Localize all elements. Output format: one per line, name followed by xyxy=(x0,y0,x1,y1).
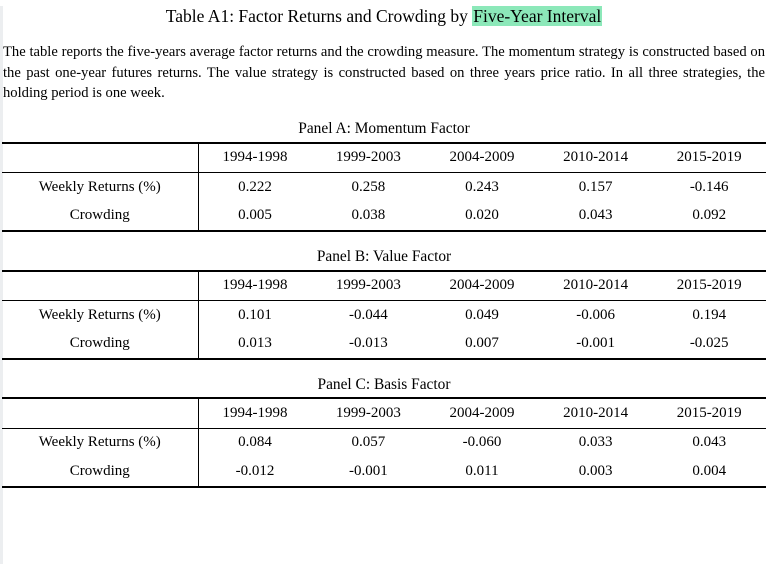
table-cell: 0.222 xyxy=(238,178,272,195)
table-row: Weekly Returns (%) 0.222 0.258 0.243 0.157 -0… xyxy=(2,172,766,202)
row-label: Crowding xyxy=(2,201,199,232)
panel-table: 1994-1998 1999-2003 2004-2009 2010-2014 2015… xyxy=(2,397,766,488)
table-cell: 0.004 xyxy=(652,457,766,488)
table-row: Crowding -0.012 -0.001 0.011 0.003 0.004 xyxy=(2,457,766,488)
page-title: Table A1: Factor Returns and Crowding by… xyxy=(2,6,766,28)
table-row: Crowding 0.013 -0.013 0.007 -0.001 -0.025 xyxy=(2,329,766,360)
table-cell: 0.011 xyxy=(425,457,539,488)
table-cell: -0.001 xyxy=(311,457,426,488)
row-label: Weekly Returns (%) xyxy=(2,300,199,330)
column-header: 1994-1998 xyxy=(198,269,312,301)
document-page: Table A1: Factor Returns and Crowding by… xyxy=(0,6,768,488)
table-corner-cell xyxy=(2,269,199,301)
panel-title: Panel C: Basis Factor xyxy=(317,376,451,393)
row-label: Crowding xyxy=(2,457,199,488)
page-title-highlighted-text: Five-Year Interval xyxy=(472,6,603,26)
column-header: 2004-2009 xyxy=(425,269,539,301)
table-cell: 0.243 xyxy=(465,178,499,195)
table-cell: 0.005 xyxy=(198,201,312,232)
column-header: 2004-2009 xyxy=(425,141,539,174)
table-cell: 0.020 xyxy=(425,201,539,232)
row-label: Weekly Returns (%) xyxy=(2,172,199,202)
table-cell: -0.001 xyxy=(538,329,653,360)
column-header: 1999-2003 xyxy=(311,141,426,174)
table-cell: 0.049 xyxy=(465,306,499,323)
table-header-row: 1994-1998 1999-2003 2004-2009 2010-2014 2015… xyxy=(2,269,766,301)
table-row: Weekly Returns (%) 0.084 0.057 -0.060 0.033 0… xyxy=(2,428,766,458)
column-header: 2015-2019 xyxy=(652,397,766,429)
panel-title: Panel A: Momentum Factor xyxy=(298,120,470,138)
column-header: 2015-2019 xyxy=(652,269,766,301)
panel-table: 1994-1998 1999-2003 2004-2009 2010-2014 2015… xyxy=(2,141,766,233)
table-cell: 0.043 xyxy=(538,201,653,232)
table-corner-cell xyxy=(2,397,199,429)
page-title-prefix: Table A1: Factor Returns and Crowding by xyxy=(165,6,473,26)
table-cell: 0.057 xyxy=(351,434,386,451)
panel: Panel C: Basis Factor 1994-1998 1999-2003 2… xyxy=(2,376,766,488)
column-header: 2015-2019 xyxy=(652,141,766,174)
column-header: 1994-1998 xyxy=(198,141,312,174)
table-corner-cell xyxy=(2,141,199,174)
table-cell: -0.006 xyxy=(576,306,615,323)
table-header-row: 1994-1998 1999-2003 2004-2009 2010-2014 2015… xyxy=(2,141,766,174)
table-row: Weekly Returns (%) 0.101 -0.044 0.049 -0.006… xyxy=(2,300,766,330)
column-header: 2004-2009 xyxy=(425,397,539,429)
table-note: The table reports the five-years average… xyxy=(3,43,765,102)
panel: Panel B: Value Factor 1994-1998 1999-2003 2… xyxy=(2,248,766,360)
column-header: 1994-1998 xyxy=(198,397,312,429)
table-cell: 0.013 xyxy=(198,329,312,360)
table-cell: 0.033 xyxy=(578,434,613,451)
table-cell: 0.043 xyxy=(692,434,727,451)
table-cell: 0.084 xyxy=(238,434,272,451)
table-cell: 0.038 xyxy=(311,201,426,232)
column-header: 2010-2014 xyxy=(538,141,653,174)
table-cell: -0.012 xyxy=(198,457,312,488)
table-cell: 0.007 xyxy=(425,329,539,360)
table-cell: -0.146 xyxy=(689,178,729,195)
column-header: 2010-2014 xyxy=(538,269,653,301)
row-label: Crowding xyxy=(2,329,199,360)
table-cell: 0.101 xyxy=(238,306,272,323)
column-header: 1999-2003 xyxy=(311,397,426,429)
table-cell: -0.044 xyxy=(349,306,388,323)
panel: Panel A: Momentum Factor 1994-1998 1999-20… xyxy=(2,120,766,232)
table-cell: -0.025 xyxy=(652,329,766,360)
table-cell: 0.092 xyxy=(652,201,766,232)
table-cell: 0.003 xyxy=(538,457,653,488)
table-cell: -0.060 xyxy=(462,434,502,451)
table-cell: 0.258 xyxy=(351,178,386,195)
column-header: 1999-2003 xyxy=(311,269,426,301)
table-row: Crowding 0.005 0.038 0.020 0.043 0.092 xyxy=(2,201,766,232)
column-header: 2010-2014 xyxy=(538,397,653,429)
panel-table: 1994-1998 1999-2003 2004-2009 2010-2014 2015… xyxy=(2,269,766,361)
panel-title: Panel B: Value Factor xyxy=(316,248,452,266)
panels-container: Panel A: Momentum Factor 1994-1998 1999-20… xyxy=(2,120,766,488)
table-cell: -0.013 xyxy=(311,329,426,360)
row-label: Weekly Returns (%) xyxy=(2,428,199,458)
table-header-row: 1994-1998 1999-2003 2004-2009 2010-2014 2015… xyxy=(2,397,766,429)
table-cell: 0.194 xyxy=(692,306,727,323)
table-cell: 0.157 xyxy=(578,178,613,195)
